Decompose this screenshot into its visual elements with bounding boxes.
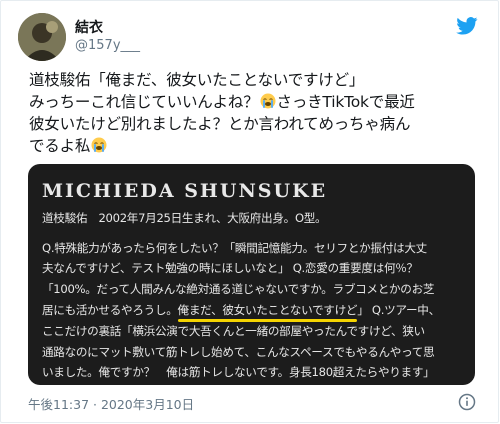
highlighted-quote-text: 俺まだ、彼女いたことないですけど <box>177 303 358 317</box>
magazine-text-line: 居にも活かせるやろうし。俺まだ、彼女いたことないですけど」 Q.ツアー中、 <box>42 302 440 322</box>
tweet-text: 道枝駿佑「俺まだ、彼女いたことないですけど」 みっちーこれ信じていいんよね？ さっ… <box>29 69 484 157</box>
tweet-text-part: さっきTikTokで最近 <box>276 93 415 111</box>
tweet-text-line: でるよ私 <box>29 135 484 157</box>
loudly-crying-face-icon <box>260 93 276 109</box>
tweet-card: 結衣 @157y___ 道枝駿佑「俺まだ、彼女いたことないですけど」 みっちーこ… <box>0 0 499 423</box>
highlight-underline <box>177 319 358 322</box>
tweet-text-part: でるよ私 <box>29 137 91 155</box>
twitter-bird-icon[interactable] <box>456 17 478 35</box>
author-handle[interactable]: @157y___ <box>75 38 140 53</box>
avatar[interactable] <box>18 13 66 61</box>
highlighted-quote: 俺まだ、彼女いたことないですけど <box>177 302 358 322</box>
tweet-timestamp[interactable]: 午後11:37 · 2020年3月10日 <box>28 394 194 413</box>
magazine-profile: 道枝駿佑 2002年7月25日生まれ、大阪府出身。O型。 <box>42 211 327 225</box>
tweet-text-line: 道枝駿佑「俺まだ、彼女いたことないですけど」 <box>29 71 365 89</box>
tweet-text-part: みっちーこれ信じていいんよね？ <box>29 93 259 111</box>
tweet-image[interactable]: MICHIEDA SHUNSUKE 道枝駿佑 2002年7月25日生まれ、大阪府… <box>28 164 475 385</box>
author-name[interactable]: 結衣 <box>75 17 103 37</box>
magazine-text-line: いました。俺ですか？ 俺は筋トレしないです。身長180超えたらやります」 <box>42 365 435 379</box>
tweet-text-line: みっちーこれ信じていいんよね？ さっきTikTokで最近 <box>29 91 484 113</box>
loudly-crying-face-icon <box>91 137 107 153</box>
magazine-title: MICHIEDA SHUNSUKE <box>42 180 328 202</box>
tweet-text-line: 彼女いたけど別れましたよ？とか言われてめっちゃ病ん <box>29 115 411 133</box>
magazine-text-line: 夫なんですけど、テスト勉強の時にほしいなと」 Q.恋愛の重要度は何％？ <box>42 261 418 275</box>
magazine-text-line: Q.特殊能力があったら何をしたい？「瞬間記憶能力。セリフとか振付は大丈 <box>42 241 427 255</box>
magazine-text-line: ここだけの裏話「横浜公演で大吾くんと一緒の部屋やったんですけど、狭い <box>42 324 425 338</box>
magazine-text-part: 」 Q.ツアー中、 <box>357 303 440 317</box>
magazine-text-line: 通路なのにマット敷いて筋トレし始めて、こんなスペースでもやるんやって思 <box>42 345 435 359</box>
info-icon[interactable] <box>458 393 476 411</box>
magazine-text-line: 「100%。だって人間みんな絶対通る道じゃないですか。ラブコメとかのお芝 <box>42 282 435 296</box>
magazine-text-part: 居にも活かせるやろうし。 <box>42 303 178 317</box>
